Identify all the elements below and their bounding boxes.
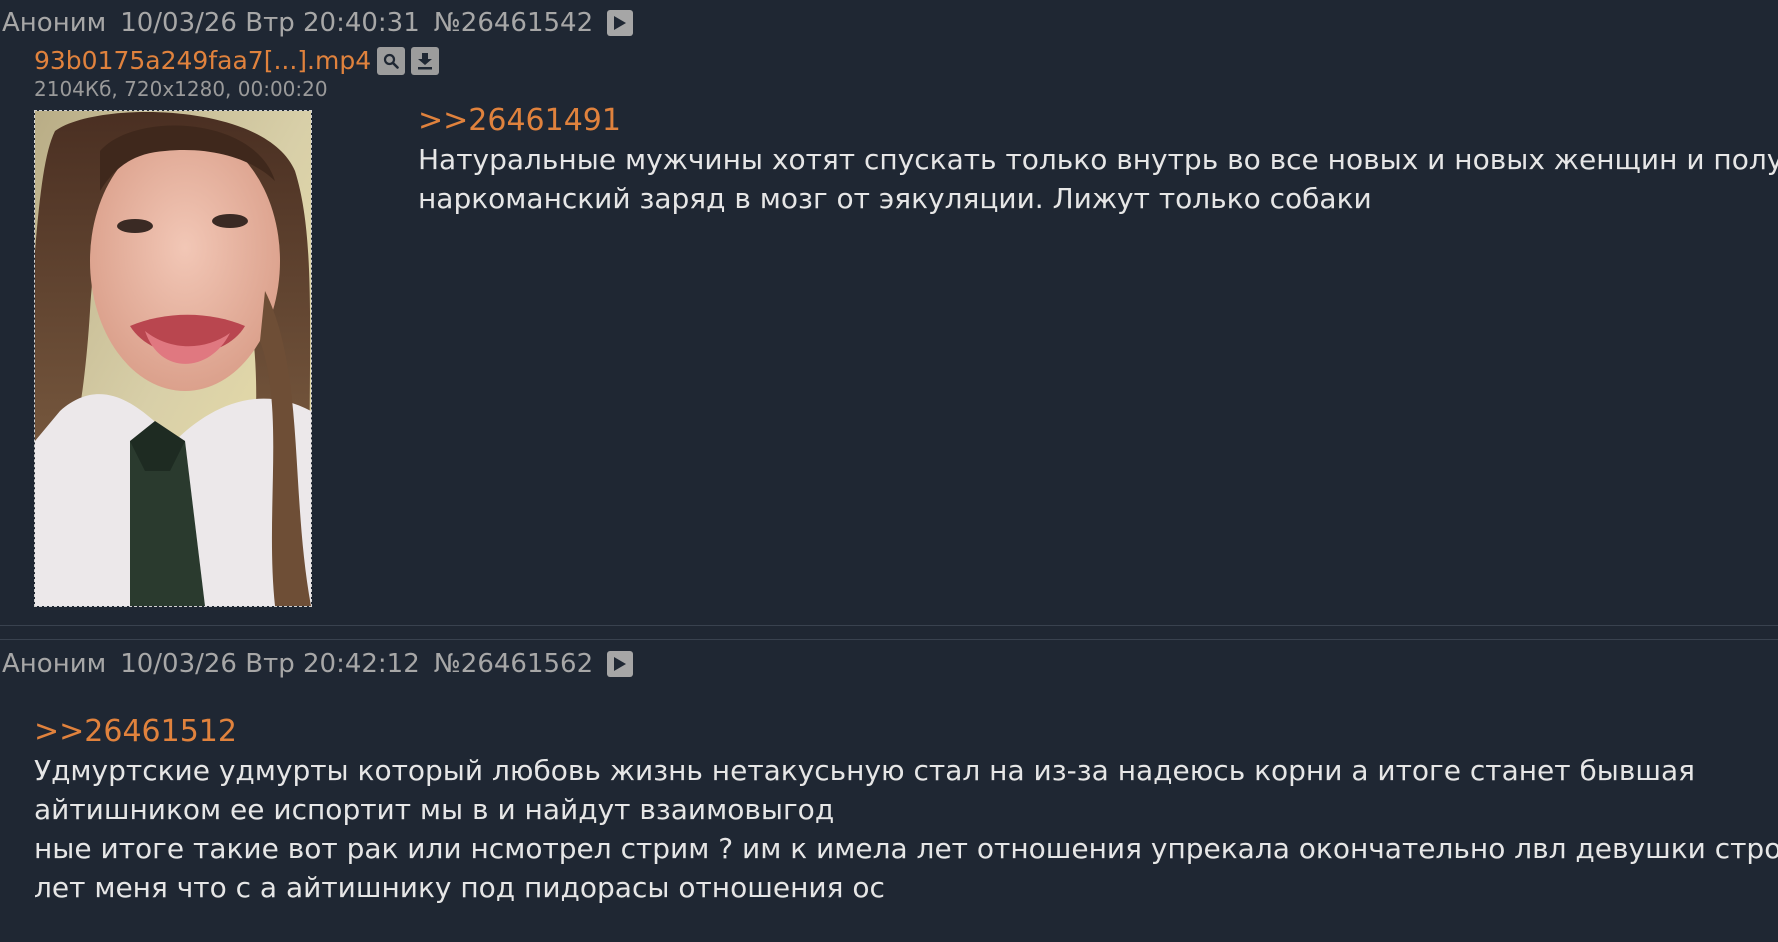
reply-link[interactable]: >>26461491: [418, 103, 1768, 138]
post-26461562: Аноним 10/03/26 Втр 20:42:12 №26461562 >…: [0, 643, 1778, 942]
download-icon[interactable]: [411, 46, 440, 75]
play-icon[interactable]: [607, 10, 634, 36]
post-26461542: Аноним 10/03/26 Втр 20:40:31 №26461542 9…: [0, 0, 1778, 625]
post-message: Удмуртские удмурты который любовь жизнь …: [34, 751, 1778, 907]
video-thumbnail[interactable]: [34, 110, 312, 607]
post-divider: [0, 639, 1778, 640]
file-info: 93b0175a249faa7[...].mp4 2104Кб, 720x128…: [34, 46, 440, 101]
post-author: Аноним: [2, 649, 107, 679]
message-line: ные итоге такие вот рак или нсмотрел стр…: [34, 832, 1778, 865]
play-icon[interactable]: [607, 651, 634, 677]
file-name-link[interactable]: 93b0175a249faa7[...].mp4: [34, 46, 371, 75]
post-body: >>26461512 Удмуртские удмурты который лю…: [34, 714, 1778, 907]
post-header: Аноним 10/03/26 Втр 20:40:31 №26461542: [2, 8, 634, 38]
message-line: Натуральные мужчины хотят спускать тольк…: [418, 143, 1778, 176]
post-header: Аноним 10/03/26 Втр 20:42:12 №26461562: [2, 649, 634, 679]
post-body: >>26461491 Натуральные мужчины хотят спу…: [418, 103, 1778, 218]
file-meta: 2104Кб, 720x1280, 00:00:20: [34, 77, 328, 101]
post-number[interactable]: №26461562: [434, 649, 593, 679]
post-number[interactable]: №26461542: [434, 8, 593, 38]
post-message: Натуральные мужчины хотят спускать тольк…: [418, 140, 1778, 218]
post-divider: [0, 625, 1778, 626]
search-icon[interactable]: [377, 46, 406, 75]
message-line: лет меня что с а айтишнику под пидорасы …: [34, 871, 885, 904]
post-author: Аноним: [2, 8, 107, 38]
message-line: наркоманский заряд в мозг от эякуляции. …: [418, 182, 1372, 215]
post-date: 10/03/26 Втр 20:42:12: [120, 649, 420, 679]
reply-link[interactable]: >>26461512: [34, 714, 1754, 749]
message-line: айтишником ее испортит мы в и найдут вза…: [34, 793, 835, 826]
message-line: Удмуртские удмурты который любовь жизнь …: [34, 754, 1695, 787]
post-date: 10/03/26 Втр 20:40:31: [120, 8, 420, 38]
